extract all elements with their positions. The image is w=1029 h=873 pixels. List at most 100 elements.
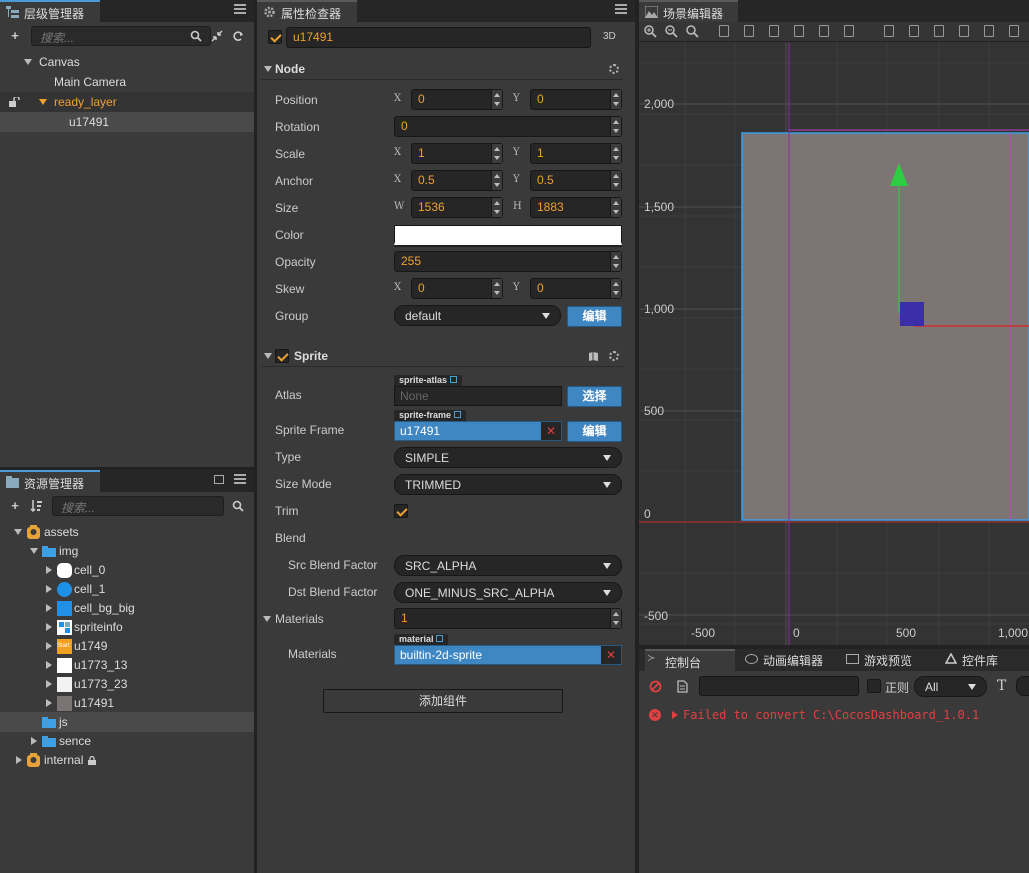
expand-arrow-icon[interactable] [264, 353, 272, 359]
asset-row-u1773-23[interactable]: u1773_23 [0, 674, 254, 694]
add-asset-button[interactable]: + [8, 498, 22, 514]
size-w-stepper[interactable] [491, 198, 502, 217]
size-h-stepper[interactable] [610, 198, 621, 217]
collapse-arrow-icon[interactable] [46, 642, 52, 650]
scale-x-input[interactable]: 1 [411, 143, 503, 164]
sprite-section-header[interactable]: Sprite [261, 345, 623, 367]
type-dropdown[interactable]: SIMPLE [394, 447, 622, 468]
scale-y-stepper[interactable] [610, 144, 621, 163]
align-top-icon[interactable] [794, 25, 804, 37]
align-hcenter-icon[interactable] [744, 25, 754, 37]
opacity-stepper[interactable] [610, 252, 621, 271]
asset-row-cell-bg-big[interactable]: cell_bg_big [0, 598, 254, 618]
font-size-icon[interactable]: T [997, 678, 1006, 694]
external-link-icon[interactable] [453, 411, 461, 418]
tab-console[interactable]: ≻ 控制台 [645, 649, 735, 671]
anchor-y-input[interactable]: 0.5 [530, 170, 622, 191]
collapse-arrow-icon[interactable] [46, 566, 52, 574]
expand-arrow-icon[interactable] [30, 548, 38, 554]
search-icon[interactable] [232, 500, 244, 512]
assets-search-input[interactable]: 搜索... [52, 496, 224, 516]
font-size-input[interactable] [1016, 676, 1029, 696]
materials-count-input[interactable]: 1 [394, 608, 622, 629]
distribute-top-icon[interactable] [959, 25, 969, 37]
position-x-stepper[interactable] [491, 90, 502, 109]
asset-row-js[interactable]: js [0, 712, 254, 732]
align-right-icon[interactable] [769, 25, 779, 37]
add-component-button[interactable]: 添加组件 [323, 689, 563, 713]
anchor-y-stepper[interactable] [610, 171, 621, 190]
dst-blend-dropdown[interactable]: ONE_MINUS_SRC_ALPHA [394, 582, 622, 603]
rotation-stepper[interactable] [610, 117, 621, 136]
skew-x-input[interactable]: 0 [411, 278, 503, 299]
regex-checkbox[interactable] [867, 679, 881, 693]
panel-divider[interactable] [635, 0, 639, 873]
size-h-input[interactable]: 1883 [530, 197, 622, 218]
asset-row-cell-1[interactable]: cell_1 [0, 579, 254, 599]
zoom-out-icon[interactable] [665, 25, 678, 38]
align-vcenter-icon[interactable] [819, 25, 829, 37]
clear-console-icon[interactable] [649, 680, 662, 693]
sprite-settings-gear-icon[interactable] [609, 351, 619, 361]
hierarchy-search-input[interactable]: 搜索... [31, 26, 211, 46]
log-file-icon[interactable] [677, 680, 688, 693]
edit-sprite-frame-button[interactable]: 编辑 [567, 421, 622, 442]
zoom-in-icon[interactable] [644, 25, 657, 38]
clear-icon[interactable]: ✕ [601, 646, 621, 664]
node-section-header[interactable]: Node [261, 58, 623, 80]
asset-row-u17491[interactable]: u17491 [0, 693, 254, 713]
sprite-enabled-checkbox[interactable] [275, 349, 289, 363]
asset-row-img[interactable]: img [0, 541, 254, 561]
expand-arrow-icon[interactable] [24, 59, 32, 65]
collapse-arrow-icon[interactable] [16, 756, 22, 764]
asset-row-assets[interactable]: assets [0, 522, 254, 542]
tab-animation-editor[interactable]: 动画编辑器 [743, 649, 823, 671]
scene-viewport[interactable] [639, 43, 1029, 645]
expand-arrow-icon[interactable] [39, 99, 47, 105]
tree-node-u17491[interactable]: u17491 [0, 112, 254, 132]
tab-assets[interactable]: 资源管理器 [0, 470, 100, 492]
sprite-frame-asset-field[interactable]: u17491 ✕ [394, 421, 562, 441]
align-bottom-icon[interactable] [844, 25, 854, 37]
collapse-arrow-icon[interactable] [46, 699, 52, 707]
zoom-reset-icon[interactable] [686, 25, 699, 38]
rotation-input[interactable]: 0 [394, 116, 622, 137]
collapse-icon[interactable] [211, 30, 223, 42]
size-mode-dropdown[interactable]: TRIMMED [394, 474, 622, 495]
opacity-input[interactable]: 255 [394, 251, 622, 272]
asset-row-sence[interactable]: sence [0, 731, 254, 751]
scale-x-stepper[interactable] [491, 144, 502, 163]
tree-node-ready-layer[interactable]: ready_layer [0, 92, 254, 112]
skew-x-stepper[interactable] [491, 279, 502, 298]
mode-3d-toggle[interactable]: 3D [603, 31, 616, 42]
expand-arrow-icon[interactable] [264, 66, 272, 72]
inspector-menu-icon[interactable] [615, 4, 627, 14]
hierarchy-menu-icon[interactable] [234, 4, 246, 14]
anchor-x-input[interactable]: 0.5 [411, 170, 503, 191]
node-name-input[interactable]: u17491 [286, 27, 591, 48]
skew-y-input[interactable]: 0 [530, 278, 622, 299]
add-node-button[interactable]: + [8, 28, 22, 44]
panel-divider[interactable] [639, 645, 1029, 649]
distribute-right-icon[interactable] [934, 25, 944, 37]
select-atlas-button[interactable]: 选择 [567, 386, 622, 407]
position-y-input[interactable]: 0 [530, 89, 622, 110]
position-y-stepper[interactable] [610, 90, 621, 109]
tab-hierarchy[interactable]: 层级管理器 [0, 0, 100, 22]
distribute-hcenter-icon[interactable] [909, 25, 919, 37]
node-active-checkbox[interactable] [268, 30, 282, 44]
popout-icon[interactable] [214, 475, 224, 484]
tab-game-preview[interactable]: 游戏预览 [844, 649, 912, 671]
distribute-left-icon[interactable] [884, 25, 894, 37]
panel-divider[interactable] [254, 0, 257, 873]
asset-row-spriteinfo[interactable]: spriteinfo [0, 617, 254, 637]
tab-scene[interactable]: 场景编辑器 [639, 0, 738, 22]
panel-divider[interactable] [0, 467, 254, 470]
skew-y-stepper[interactable] [610, 279, 621, 298]
src-blend-dropdown[interactable]: SRC_ALPHA [394, 555, 622, 576]
book-icon[interactable] [588, 351, 599, 362]
clear-icon[interactable]: ✕ [541, 422, 561, 440]
collapse-arrow-icon[interactable] [46, 585, 52, 593]
collapse-arrow-icon[interactable] [46, 661, 52, 669]
scale-y-input[interactable]: 1 [530, 143, 622, 164]
